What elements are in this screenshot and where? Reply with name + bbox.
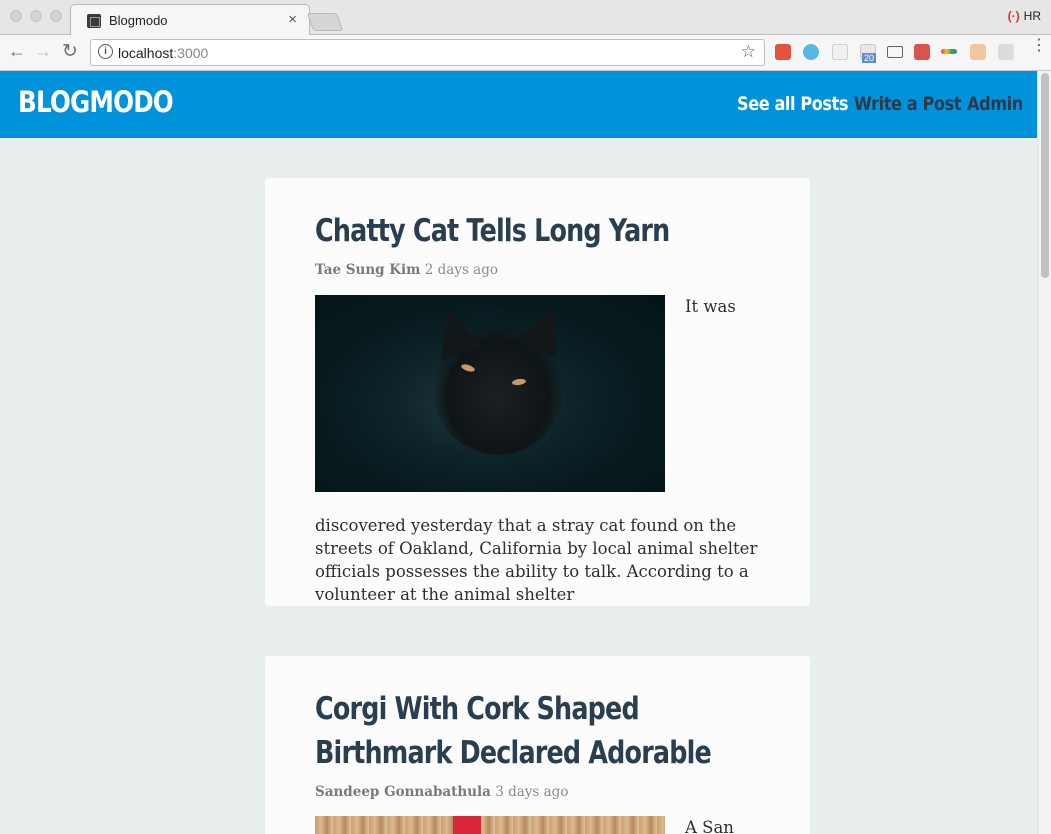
- nav-see-all-posts[interactable]: See all Posts: [737, 93, 849, 115]
- profile-initials: HR: [1023, 9, 1041, 23]
- page-scrollbar[interactable]: [1037, 71, 1051, 834]
- extension-pocket-icon[interactable]: [775, 44, 791, 60]
- back-button[interactable]: ←: [8, 41, 26, 62]
- post-time: 2 days ago: [424, 262, 499, 278]
- browser-menu-icon[interactable]: ⋮: [1031, 38, 1047, 54]
- post-title[interactable]: Chatty Cat Tells Long Yarn: [315, 209, 758, 253]
- extension-chat-icon[interactable]: [998, 44, 1014, 60]
- browser-tabstrip: Blogmodo × (·) HR: [0, 0, 1051, 36]
- extension-note-icon[interactable]: [832, 44, 848, 60]
- window-zoom-button[interactable]: [50, 10, 62, 22]
- extension-face-icon[interactable]: [970, 44, 986, 60]
- post-title-line[interactable]: Birthmark Declared Adorable: [315, 731, 758, 775]
- post-card: Chatty Cat Tells Long Yarn Tae Sung Kim …: [265, 178, 810, 606]
- site-info-icon[interactable]: i: [98, 44, 113, 59]
- nav-write-a-post[interactable]: Write a Post: [854, 93, 961, 115]
- address-bar[interactable]: i localhost:3000 ☆: [90, 39, 765, 66]
- extension-rainbow-icon[interactable]: [941, 49, 957, 54]
- post-image: [315, 295, 665, 492]
- tab-close-icon[interactable]: ×: [288, 11, 297, 28]
- post-author: Sandeep Gonnabathula: [315, 784, 491, 800]
- profile-button[interactable]: (·) HR: [1008, 9, 1041, 23]
- scrollbar-thumb[interactable]: [1041, 73, 1049, 278]
- forward-button[interactable]: →: [34, 41, 52, 62]
- browser-toolbar: ← → ↻ i localhost:3000 ☆ 20 ⋮: [0, 35, 1051, 71]
- address-url[interactable]: localhost:3000: [118, 45, 208, 61]
- extension-badge: 20: [862, 53, 877, 63]
- nav-admin[interactable]: Admin: [967, 93, 1023, 115]
- reload-button[interactable]: ↻: [62, 40, 78, 63]
- profile-icon: (·): [1007, 9, 1020, 23]
- page-viewport: BLOGMODO See all Posts Write a Post Admi…: [0, 71, 1037, 834]
- site-logo[interactable]: BLOGMODO: [18, 85, 174, 119]
- post-excerpt-lead: A San: [685, 818, 734, 834]
- url-host: localhost: [118, 45, 174, 61]
- post-title-line[interactable]: Corgi With Cork Shaped: [315, 687, 758, 731]
- window-minimize-button[interactable]: [30, 10, 42, 22]
- window-close-button[interactable]: [10, 10, 22, 22]
- site-header: BLOGMODO See all Posts Write a Post Admi…: [0, 71, 1037, 138]
- post-image: [315, 816, 665, 834]
- post-meta: Tae Sung Kim 2 days ago: [315, 262, 498, 278]
- post-time: 3 days ago: [495, 784, 569, 800]
- post-card: Corgi With Cork Shaped Birthmark Declare…: [265, 656, 810, 834]
- tab-title: Blogmodo: [109, 13, 168, 28]
- post-meta: Sandeep Gonnabathula 3 days ago: [315, 784, 568, 800]
- post-excerpt-lead: It was: [685, 297, 736, 316]
- cast-icon[interactable]: [887, 46, 903, 58]
- post-excerpt: discovered yesterday that a stray cat fo…: [315, 516, 758, 604]
- extension-v-icon[interactable]: [803, 44, 819, 60]
- browser-tab[interactable]: Blogmodo ×: [70, 4, 310, 36]
- new-tab-button[interactable]: [306, 13, 344, 31]
- extension-calendar-icon[interactable]: 20: [860, 44, 877, 63]
- site-favicon-icon: [87, 14, 101, 28]
- extension-grid-icon[interactable]: [914, 44, 930, 60]
- post-author: Tae Sung Kim: [315, 262, 421, 278]
- url-port: :3000: [173, 45, 209, 61]
- corgi-photo-detail: [453, 816, 481, 834]
- bookmark-star-icon[interactable]: ☆: [741, 42, 756, 62]
